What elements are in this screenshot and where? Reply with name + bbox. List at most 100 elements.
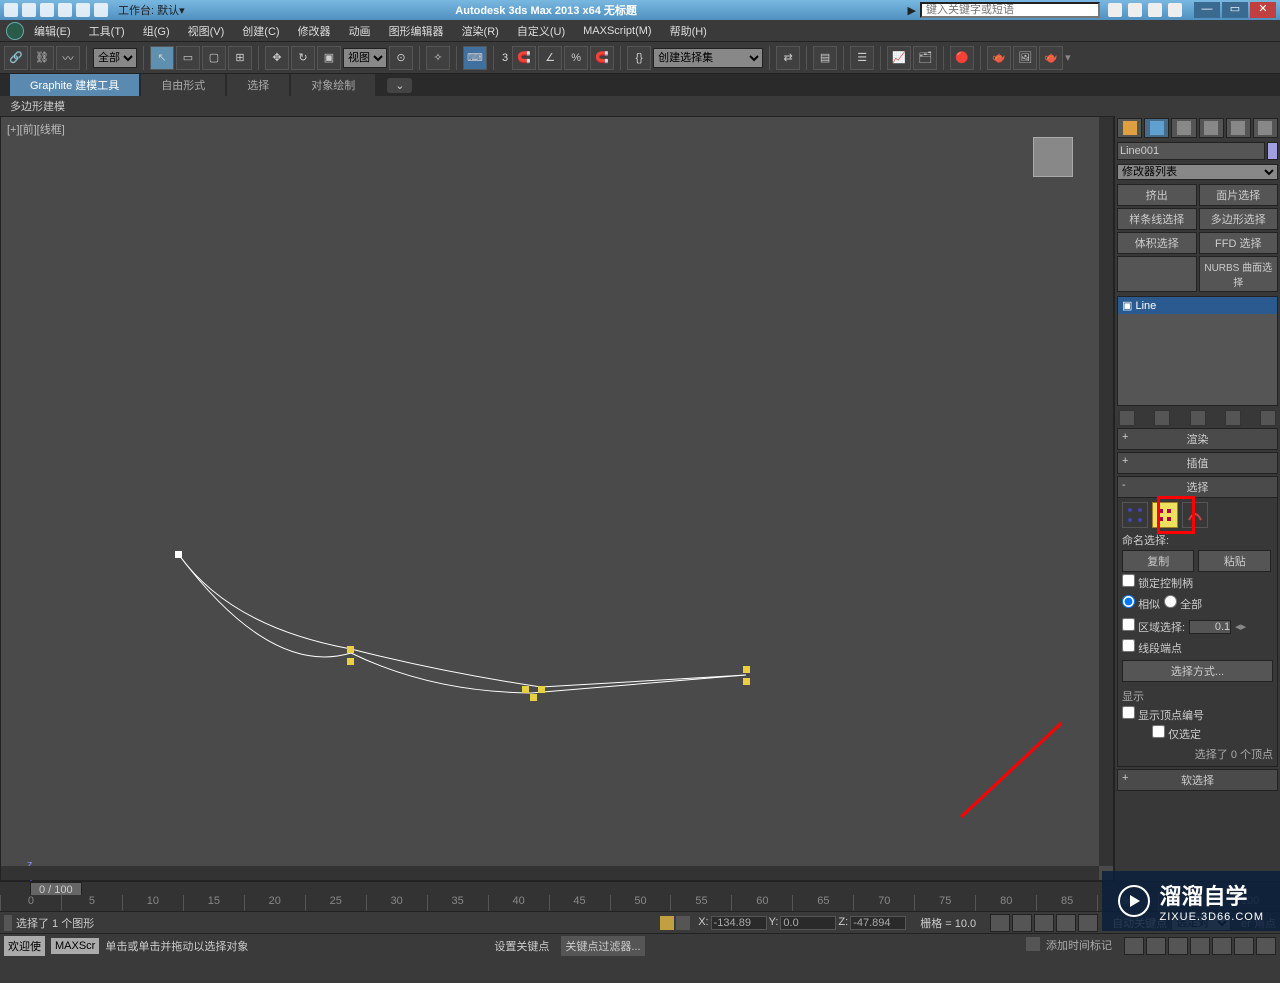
mod-vol-select[interactable]: 体积选择 <box>1117 232 1197 254</box>
filter-selector[interactable]: 全部 <box>93 48 137 68</box>
ribbon-panel-label[interactable]: 多边形建模 <box>10 98 65 114</box>
play-button[interactable] <box>1034 914 1054 932</box>
select-manip-button[interactable]: ✧ <box>426 46 450 70</box>
app-menu-icon[interactable] <box>6 22 24 40</box>
mod-patch-select[interactable]: 面片选择 <box>1199 184 1279 206</box>
workspace-label[interactable]: 工作台: 默认 <box>118 2 179 18</box>
viewport[interactable]: [+][前][线框] z x <box>0 116 1114 881</box>
subobj-spline[interactable] <box>1182 502 1208 528</box>
all-radio[interactable]: 全部 <box>1164 595 1202 612</box>
tab-motion[interactable] <box>1199 118 1224 138</box>
rotate-button[interactable]: ↻ <box>291 46 315 70</box>
bind-button[interactable]: 〰 <box>56 46 80 70</box>
prev-frame-button[interactable] <box>1012 914 1032 932</box>
refcoord-selector[interactable]: 视图 <box>343 48 387 68</box>
remove-mod-button[interactable] <box>1225 410 1241 426</box>
menu-anim[interactable]: 动画 <box>349 23 371 39</box>
menu-view[interactable]: 视图(V) <box>188 23 225 39</box>
move-button[interactable]: ✥ <box>265 46 289 70</box>
stack-item-line[interactable]: ▣ Line <box>1118 297 1277 314</box>
time-ruler[interactable]: 0510152025303540455055606570758085909510… <box>0 895 1280 911</box>
timetag-icon[interactable] <box>1026 937 1040 951</box>
layers-button[interactable]: ☰ <box>850 46 874 70</box>
copy-button[interactable]: 复制 <box>1122 550 1194 572</box>
modifier-list-dropdown[interactable]: 修改器列表 <box>1117 164 1278 180</box>
menu-group[interactable]: 组(G) <box>143 23 170 39</box>
mod-extrude[interactable]: 挤出 <box>1117 184 1197 206</box>
keyboard-shortcut-button[interactable]: ⌨ <box>463 46 487 70</box>
maximize-vp-button[interactable] <box>1256 937 1276 955</box>
render-setup-button[interactable]: 🫖 <box>987 46 1011 70</box>
rollout-soft[interactable]: +软选择 <box>1117 769 1278 791</box>
zoom-extents-button[interactable] <box>1168 937 1188 955</box>
curve-editor-button[interactable]: 📈 <box>887 46 911 70</box>
zoom-all-button[interactable] <box>1146 937 1166 955</box>
fov-button[interactable] <box>1190 937 1210 955</box>
material-editor-button[interactable]: 🔴 <box>950 46 974 70</box>
rollout-render[interactable]: +渲染 <box>1117 428 1278 450</box>
close-button[interactable]: ✕ <box>1250 2 1276 18</box>
pivot-button[interactable]: ⊙ <box>389 46 413 70</box>
setkey-button[interactable]: 设置关键点 <box>494 938 549 954</box>
mod-nurbs-select[interactable]: NURBS 曲面选择 <box>1199 256 1279 292</box>
rollout-selection[interactable]: -选择 <box>1117 476 1278 498</box>
viewport-hscroll[interactable] <box>1 866 1099 880</box>
tab-freeform[interactable]: 自由形式 <box>141 74 225 96</box>
render-button[interactable]: 🫖 <box>1039 46 1063 70</box>
spinner-snap-button[interactable]: 🧲 <box>590 46 614 70</box>
isolate-icon[interactable] <box>676 916 690 930</box>
tab-selection[interactable]: 选择 <box>227 74 289 96</box>
open-icon[interactable] <box>22 3 36 17</box>
save-icon[interactable] <box>40 3 54 17</box>
seg-end-checkbox[interactable]: 线段端点 <box>1122 639 1273 656</box>
select-name-button[interactable]: ▭ <box>176 46 200 70</box>
lock-handles-checkbox[interactable]: 锁定控制柄 <box>1122 574 1273 591</box>
y-input[interactable] <box>780 916 836 930</box>
pan-button[interactable] <box>1212 937 1232 955</box>
area-select-checkbox[interactable]: 区域选择: <box>1122 618 1185 635</box>
menu-render[interactable]: 渲染(R) <box>462 23 499 39</box>
make-unique-button[interactable] <box>1190 410 1206 426</box>
goto-end-button[interactable] <box>1078 914 1098 932</box>
scale-button[interactable]: ▣ <box>317 46 341 70</box>
search-input[interactable] <box>920 2 1100 18</box>
maxscript-tab[interactable]: MAXScr <box>51 938 99 954</box>
named-selset-button[interactable]: {} <box>627 46 651 70</box>
object-name-input[interactable] <box>1117 142 1265 160</box>
x-input[interactable] <box>711 916 767 930</box>
rendered-frame-button[interactable]: 🖼 <box>1013 46 1037 70</box>
new-icon[interactable] <box>4 3 18 17</box>
ribbon-expand-button[interactable]: ⌄ <box>387 78 412 93</box>
tab-paint[interactable]: 对象绘制 <box>291 74 375 96</box>
show-end-button[interactable] <box>1154 410 1170 426</box>
menu-modifier[interactable]: 修改器 <box>298 23 331 39</box>
timeline[interactable]: 0 / 100 05101520253035404550556065707580… <box>0 881 1280 911</box>
next-frame-button[interactable] <box>1056 914 1076 932</box>
unlink-button[interactable]: ⛓ <box>30 46 54 70</box>
maximize-button[interactable]: ▭ <box>1222 2 1248 18</box>
exchange-icon[interactable] <box>1128 3 1142 17</box>
menu-help[interactable]: 帮助(H) <box>670 23 707 39</box>
menu-tools[interactable]: 工具(T) <box>89 23 125 39</box>
align-button[interactable]: ▤ <box>813 46 837 70</box>
z-input[interactable] <box>850 916 906 930</box>
redo-icon[interactable] <box>76 3 90 17</box>
region-rect-button[interactable]: ▢ <box>202 46 226 70</box>
undo-icon[interactable] <box>58 3 72 17</box>
rollout-interp[interactable]: +插值 <box>1117 452 1278 474</box>
orbit-button[interactable] <box>1234 937 1254 955</box>
tab-display[interactable] <box>1226 118 1251 138</box>
lock-icon[interactable] <box>660 916 674 930</box>
alike-radio[interactable]: 相似 <box>1122 595 1160 612</box>
area-select-spinner[interactable] <box>1189 620 1231 634</box>
add-timetag[interactable]: 添加时间标记 <box>1046 937 1112 955</box>
menu-create[interactable]: 创建(C) <box>242 23 279 39</box>
modifier-stack[interactable]: ▣ Line <box>1117 296 1278 406</box>
welcome-tab[interactable]: 欢迎使 <box>4 936 45 956</box>
schematic-view-button[interactable]: 🗂 <box>913 46 937 70</box>
tab-hierarchy[interactable] <box>1171 118 1196 138</box>
menu-graph[interactable]: 图形编辑器 <box>389 23 444 39</box>
zoom-button[interactable] <box>1124 937 1144 955</box>
configure-button[interactable] <box>1260 410 1276 426</box>
angle-snap-button[interactable]: ∠ <box>538 46 562 70</box>
